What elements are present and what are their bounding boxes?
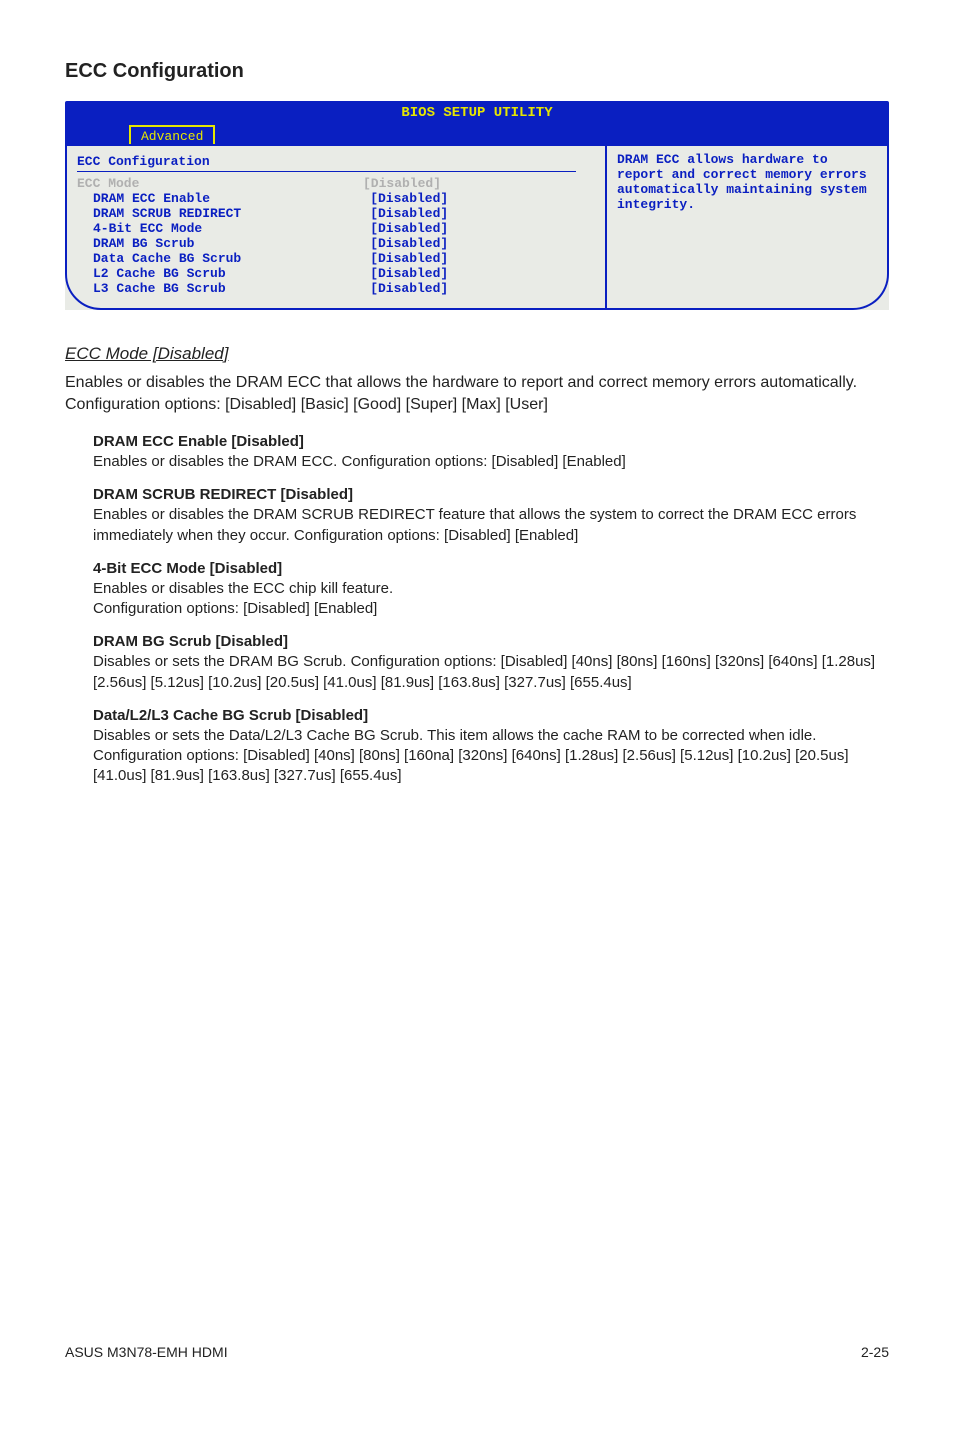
bios-row-label: ECC Mode <box>77 176 363 191</box>
bios-row-value: [Disabled] <box>370 281 597 296</box>
sub-item-title: DRAM SCRUB REDIRECT [Disabled] <box>93 486 889 503</box>
bios-row-label: L3 Cache BG Scrub <box>77 281 370 296</box>
bios-rows: ECC Mode[Disabled]DRAM ECC Enable[Disabl… <box>77 176 597 296</box>
bios-left-heading: ECC Configuration <box>77 152 576 172</box>
sub-item: DRAM SCRUB REDIRECT [Disabled] Enables or… <box>93 486 889 546</box>
bios-left-panel: ECC Configuration ECC Mode[Disabled]DRAM… <box>65 144 607 310</box>
bios-row[interactable]: DRAM SCRUB REDIRECT[Disabled] <box>77 206 597 221</box>
bios-row-label: L2 Cache BG Scrub <box>77 266 370 281</box>
bios-row-value: [Disabled] <box>363 176 597 191</box>
bios-row[interactable]: L2 Cache BG Scrub[Disabled] <box>77 266 597 281</box>
sub-item-title: DRAM BG Scrub [Disabled] <box>93 633 889 650</box>
sub-item: DRAM BG Scrub [Disabled] Disables or sets… <box>93 633 889 693</box>
bios-row-value: [Disabled] <box>370 191 597 206</box>
bios-body: ECC Configuration ECC Mode[Disabled]DRAM… <box>65 144 889 310</box>
bios-row[interactable]: DRAM BG Scrub[Disabled] <box>77 236 597 251</box>
bios-row-value: [Disabled] <box>370 221 597 236</box>
bios-row-label: 4-Bit ECC Mode <box>77 221 370 236</box>
bios-row[interactable]: 4-Bit ECC Mode[Disabled] <box>77 221 597 236</box>
sub-item-body: Enables or disables the ECC chip kill fe… <box>93 579 889 620</box>
sub-item-title: 4-Bit ECC Mode [Disabled] <box>93 560 889 577</box>
bios-row-value: [Disabled] <box>370 251 597 266</box>
sub-item-body: Disables or sets the Data/L2/L3 Cache BG… <box>93 726 889 787</box>
ecc-mode-body: Enables or disables the DRAM ECC that al… <box>65 372 889 415</box>
bios-row-label: Data Cache BG Scrub <box>77 251 370 266</box>
bios-row[interactable]: ECC Mode[Disabled] <box>77 176 597 191</box>
section-title: ECC Configuration <box>65 60 889 83</box>
footer-left: ASUS M3N78-EMH HDMI <box>65 1344 228 1360</box>
sub-item: 4-Bit ECC Mode [Disabled] Enables or disa… <box>93 560 889 620</box>
sub-item: Data/L2/L3 Cache BG Scrub [Disabled] Disa… <box>93 707 889 787</box>
bios-row[interactable]: L3 Cache BG Scrub[Disabled] <box>77 281 597 296</box>
bios-row-label: DRAM ECC Enable <box>77 191 370 206</box>
sub-item-title: Data/L2/L3 Cache BG Scrub [Disabled] <box>93 707 889 724</box>
sub-item-body: Enables or disables the DRAM SCRUB REDIR… <box>93 505 889 546</box>
bios-row[interactable]: Data Cache BG Scrub[Disabled] <box>77 251 597 266</box>
bios-row-value: [Disabled] <box>370 206 597 221</box>
sub-item-body: Disables or sets the DRAM BG Scrub. Conf… <box>93 652 889 693</box>
bios-top-bar: BIOS SETUP UTILITY Advanced <box>65 101 889 144</box>
bios-row-value: [Disabled] <box>370 236 597 251</box>
bios-utility-title: BIOS SETUP UTILITY <box>69 105 885 123</box>
bios-row[interactable]: DRAM ECC Enable[Disabled] <box>77 191 597 206</box>
bios-row-value: [Disabled] <box>370 266 597 281</box>
ecc-mode-heading: ECC Mode [Disabled] <box>65 344 889 364</box>
bios-tabs: Advanced <box>69 123 885 144</box>
bios-help-panel: DRAM ECC allows hardware to report and c… <box>607 144 889 310</box>
bios-tab-advanced[interactable]: Advanced <box>129 125 215 146</box>
bios-row-label: DRAM SCRUB REDIRECT <box>77 206 370 221</box>
bios-panel: BIOS SETUP UTILITY Advanced ECC Configur… <box>65 101 889 310</box>
sub-item-title: DRAM ECC Enable [Disabled] <box>93 433 889 450</box>
footer-right: 2-25 <box>861 1344 889 1360</box>
bios-row-label: DRAM BG Scrub <box>77 236 370 251</box>
sub-item-body: Enables or disables the DRAM ECC. Config… <box>93 452 889 472</box>
sub-item: DRAM ECC Enable [Disabled] Enables or dis… <box>93 433 889 472</box>
